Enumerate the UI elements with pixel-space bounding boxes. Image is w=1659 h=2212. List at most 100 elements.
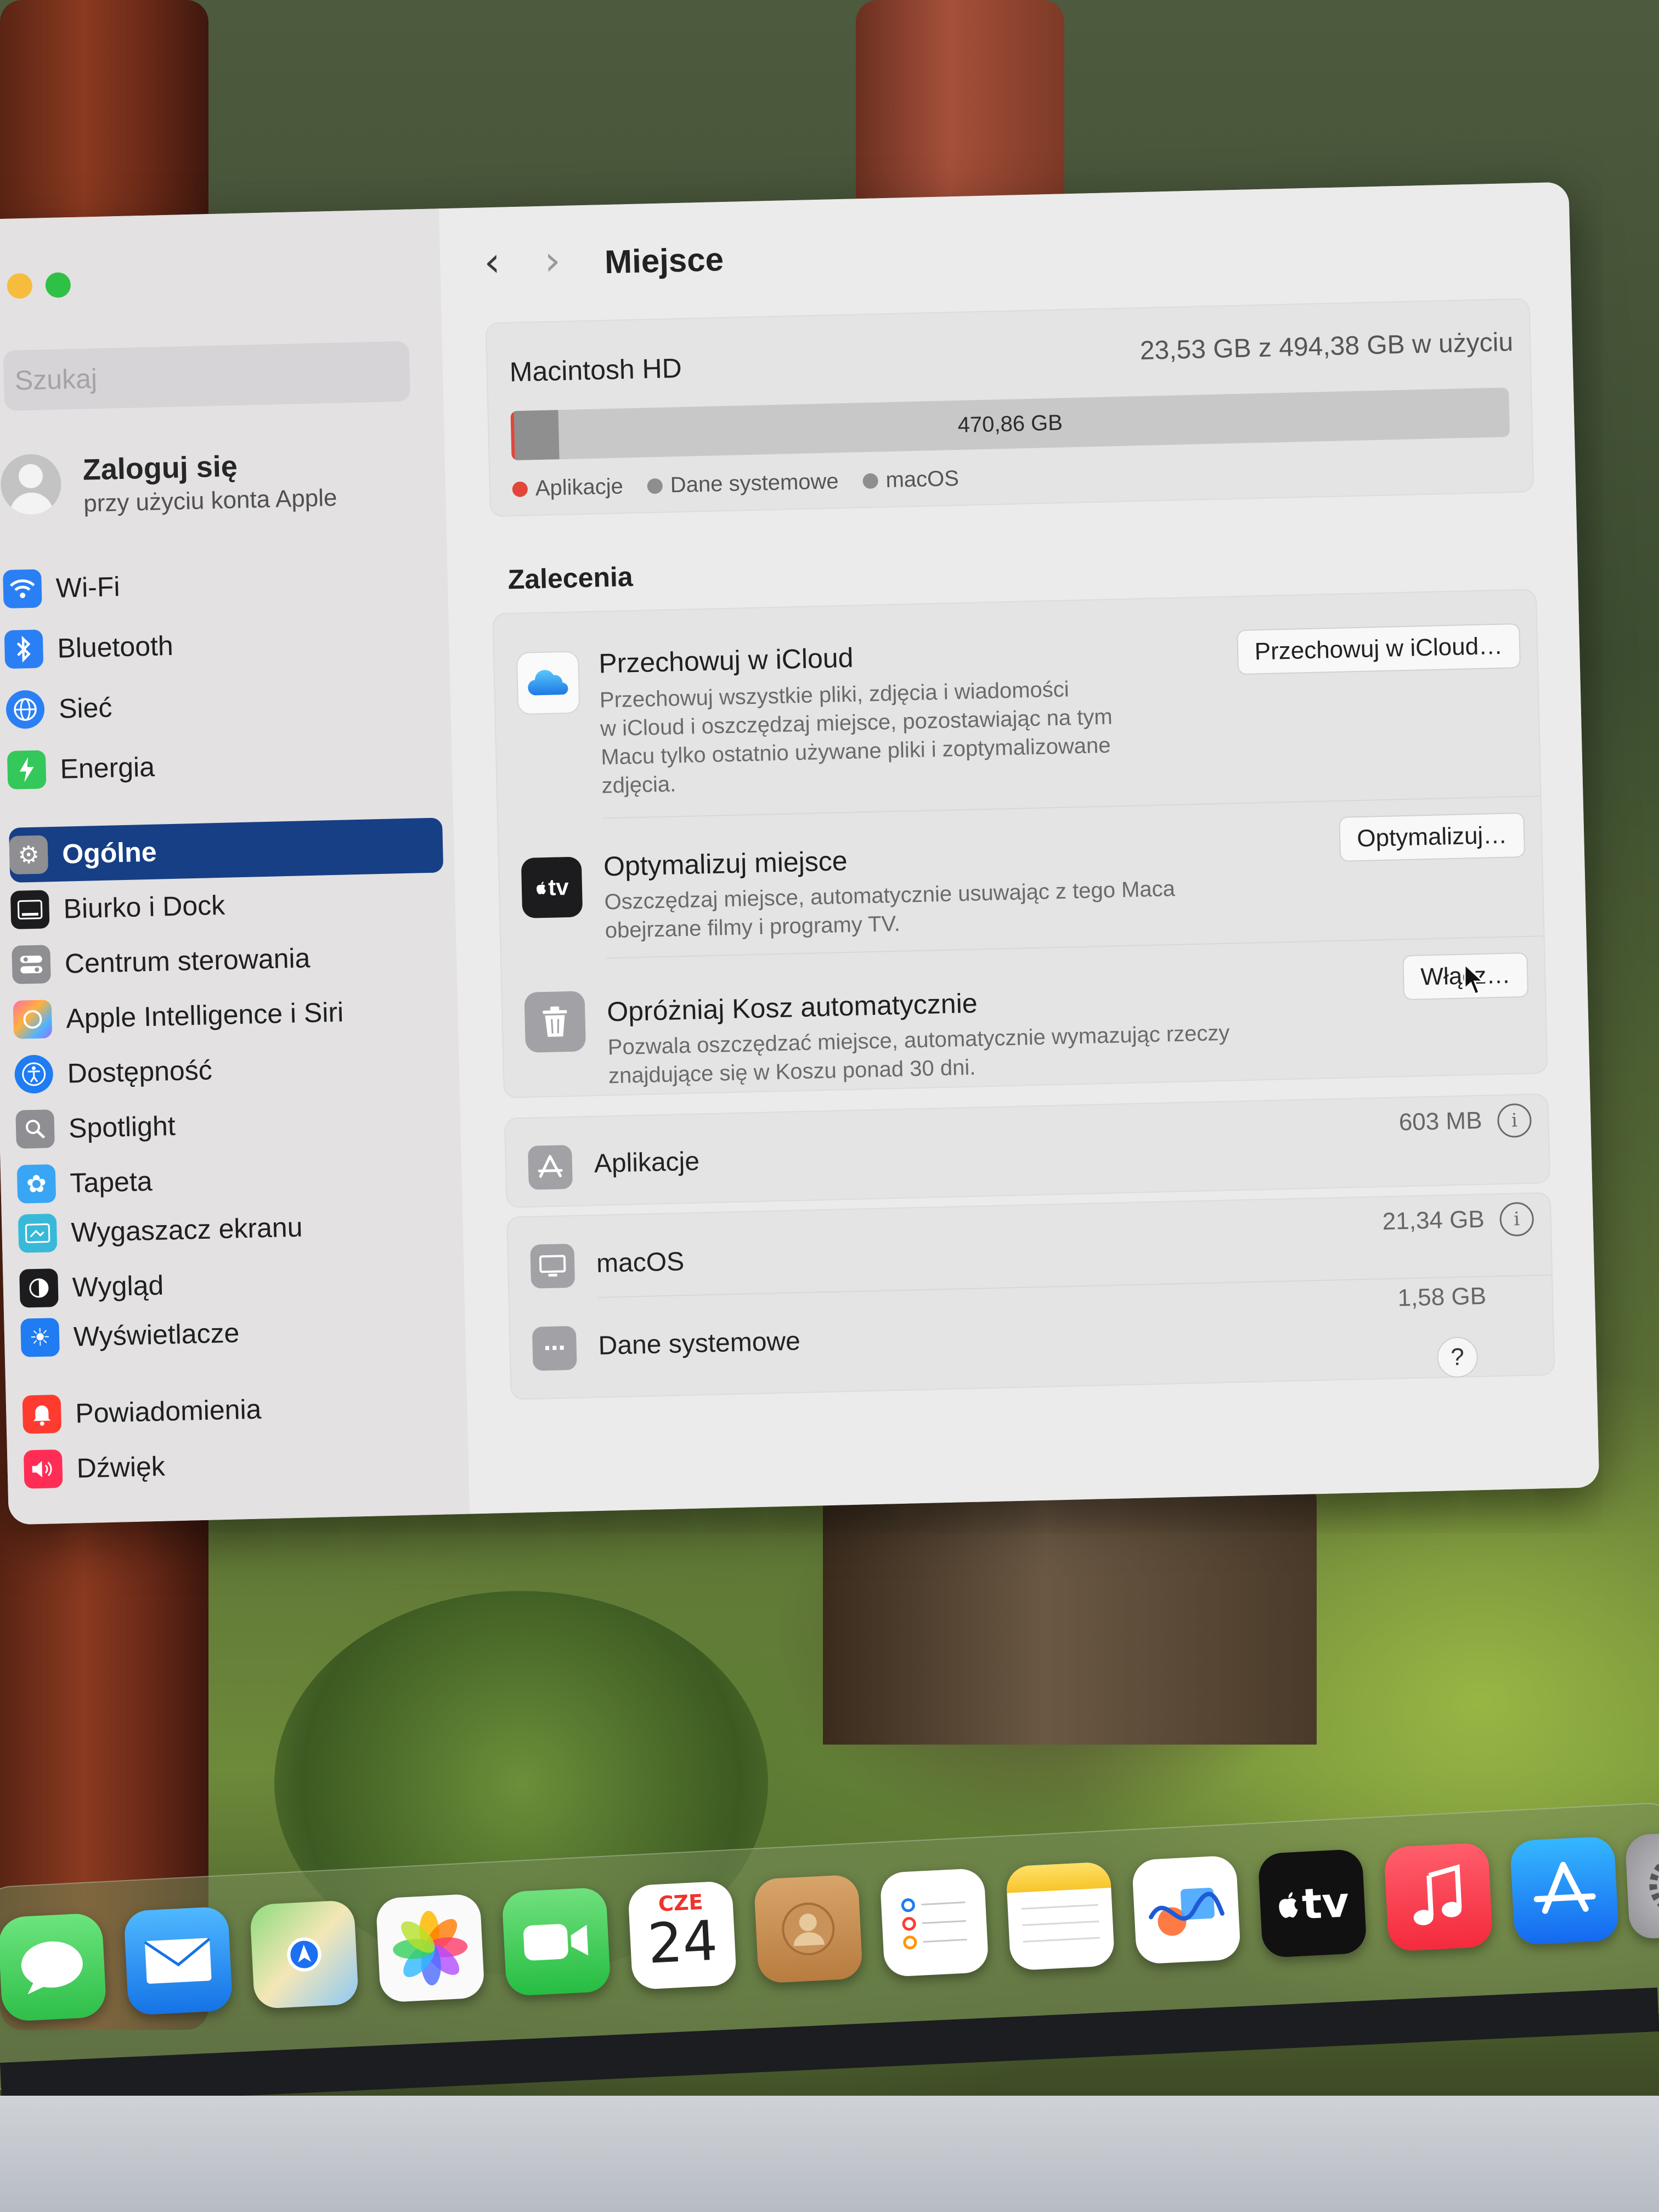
accessibility-icon (14, 1054, 54, 1094)
bell-icon (22, 1395, 62, 1434)
appearance-icon (19, 1268, 59, 1308)
freeform-icon[interactable] (1131, 1855, 1242, 1965)
wifi-icon (3, 569, 42, 609)
sidebar-item-label: Dźwięk (76, 1451, 166, 1484)
category-name: macOS (596, 1247, 685, 1278)
trash-icon (524, 991, 586, 1053)
sidebar-item-desktop-dock[interactable]: Biurko i Dock (10, 872, 444, 938)
legend-dot (647, 478, 663, 494)
mail-icon[interactable] (123, 1906, 233, 2016)
sidebar-item-sound[interactable]: Dźwięk (23, 1432, 458, 1497)
legend-item-apps: Aplikacje (512, 474, 623, 501)
legend-item-macos: macOS (862, 466, 959, 493)
sidebar-item-label: Apple Intelligence i Siri (65, 996, 344, 1034)
legend-label: macOS (885, 466, 960, 493)
sidebar-item-apple-intelligence-siri[interactable]: Apple Intelligence i Siri (13, 982, 447, 1047)
apple-account-signin[interactable]: Zaloguj się przy użyciu konta Apple (0, 439, 419, 532)
mouse-pointer-icon (1464, 963, 1485, 995)
toggles-icon (12, 945, 51, 984)
sidebar-item-spotlight[interactable]: Spotlight (15, 1092, 450, 1157)
contacts-icon[interactable] (753, 1874, 864, 1984)
sidebar-item-wifi[interactable]: Wi-Fi (3, 552, 437, 617)
sidebar-item-accessibility[interactable]: Dostępność (14, 1037, 449, 1102)
bluetooth-icon (4, 629, 44, 669)
account-subtitle: przy użyciu konta Apple (83, 484, 337, 517)
recommendation-icloud: Przechowuj w iCloud Przechowuj wszystkie… (494, 612, 1540, 817)
zoom-button[interactable] (45, 272, 71, 298)
apple-tv-app-icon[interactable]: tv (1257, 1848, 1367, 1959)
recommendations-heading: Zalecenia (507, 561, 634, 595)
system-settings-window: Zaloguj się przy użyciu konta Apple Wi-F… (0, 182, 1600, 1525)
calendar-icon[interactable]: CZE 24 (627, 1881, 737, 1990)
legend-label: Dane systemowe (670, 469, 839, 498)
store-in-icloud-button[interactable]: Przechowuj w iCloud… (1236, 623, 1521, 675)
category-name: Aplikacje (594, 1147, 700, 1179)
sidebar-item-bluetooth[interactable]: Bluetooth (4, 612, 438, 677)
apple-tv-app-label: tv (1300, 1877, 1351, 1928)
maps-icon[interactable] (249, 1899, 359, 2010)
music-icon[interactable] (1384, 1842, 1493, 1952)
system-settings-app-icon[interactable] (1624, 1830, 1659, 1940)
ellipsis-icon: ⋯ (532, 1325, 577, 1371)
sidebar-item-displays[interactable]: ☀ Wyświetlacze (20, 1300, 455, 1365)
category-size: 21,34 GB (1382, 1205, 1485, 1235)
category-group: macOS 21,34 GB i ⋯ Dane systemowe 1,58 G… (506, 1192, 1555, 1400)
search-field[interactable] (3, 341, 411, 411)
messages-icon[interactable] (0, 1912, 107, 2022)
app-store-app-icon[interactable] (1509, 1836, 1620, 1945)
category-size: 1,58 GB (1397, 1282, 1487, 1312)
sidebar-item-label: Powiadomienia (75, 1393, 262, 1429)
disk-available-label: 470,86 GB (957, 410, 1063, 437)
facetime-icon[interactable] (501, 1887, 611, 1997)
optimize-button[interactable]: Optymalizuj… (1339, 812, 1526, 862)
apple-tv-icon-label: tv (548, 873, 569, 900)
sidebar-item-label: Bluetooth (57, 630, 174, 664)
photos-icon[interactable] (375, 1893, 485, 2003)
sidebar-item-notifications[interactable]: Powiadomienia (22, 1377, 456, 1442)
disk-legend: Aplikacje Dane systemowe macOS (512, 466, 959, 501)
notes-icon[interactable] (1006, 1861, 1115, 1971)
sidebar-item-label: Wi-Fi (55, 571, 121, 603)
recommendation-optimize: tv Optymalizuj miejsce Oszczędzaj miejsc… (498, 801, 1543, 957)
siri-icon (13, 1000, 53, 1039)
sidebar-item-control-center[interactable]: Centrum sterowania (12, 927, 446, 992)
sidebar-item-label: Wygląd (72, 1269, 164, 1303)
sidebar: Zaloguj się przy użyciu konta Apple Wi-F… (0, 208, 471, 1525)
sidebar-item-label: Wygaszacz ekranu (70, 1211, 303, 1248)
sidebar-item-energy[interactable]: Energia (7, 732, 441, 798)
info-button[interactable]: i (1497, 1103, 1532, 1138)
sidebar-item-label: Sieć (58, 692, 112, 724)
recommendation-empty-trash: Opróżniaj Kosz automatycznie Pozwala osz… (501, 941, 1547, 1092)
disk-usage-bar: 470,86 GB (510, 387, 1510, 461)
recommendation-title: Optymalizuj miejsce (603, 845, 848, 882)
sidebar-item-label: Dostępność (67, 1054, 213, 1089)
bolt-icon (7, 750, 47, 790)
page-title: Miejsce (604, 241, 724, 281)
legend-item-system-data: Dane systemowe (647, 469, 839, 498)
back-button[interactable]: ‹ (472, 239, 512, 286)
speaker-icon (23, 1449, 63, 1489)
display-icon (530, 1243, 575, 1289)
sidebar-item-network[interactable]: Sieć (5, 672, 440, 737)
sidebar-item-screen-saver[interactable]: Wygaszacz ekranu (18, 1196, 452, 1261)
avatar (0, 453, 62, 516)
recommendation-description: Pozwala oszczędzać miejsce, automatyczni… (607, 1019, 1231, 1091)
forward-button[interactable]: › (533, 237, 572, 285)
sidebar-item-label: Biurko i Dock (63, 889, 225, 924)
minimize-button[interactable] (7, 273, 33, 299)
category-row-apps[interactable]: Aplikacje 603 MB i (504, 1093, 1551, 1208)
sidebar-item-label: Tapeta (69, 1166, 153, 1199)
recommendation-description: Oszczędzaj miejsce, automatycznie usuwaj… (604, 874, 1176, 945)
disk-usage-card: Macintosh HD 23,53 GB z 494,38 GB w użyc… (485, 298, 1534, 517)
icloud-icon (516, 651, 580, 715)
sidebar-item-label: Spotlight (68, 1110, 176, 1144)
search-input[interactable] (3, 355, 390, 397)
account-title: Zaloguj się (82, 449, 238, 487)
recommendation-title: Opróżniaj Kosz automatycznie (606, 988, 978, 1028)
reminders-icon[interactable] (879, 1867, 989, 1978)
info-button[interactable]: i (1499, 1201, 1534, 1237)
recommendation-description: Przechowuj wszystkie pliki, zdjęcia i wi… (599, 674, 1114, 800)
sidebar-item-general[interactable]: ⚙ Ogólne (9, 817, 444, 883)
screen-saver-icon (18, 1214, 58, 1253)
calendar-day: 24 (646, 1908, 719, 1976)
